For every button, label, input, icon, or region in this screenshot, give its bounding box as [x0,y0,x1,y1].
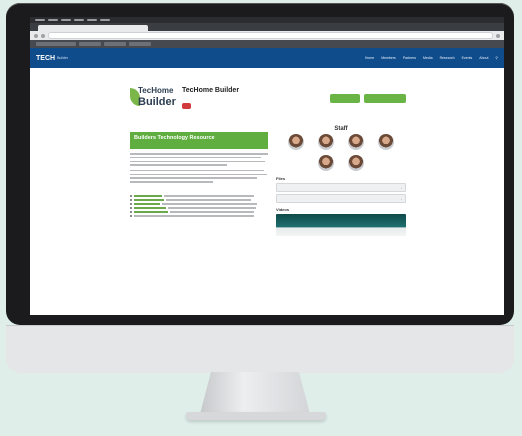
bookmarks-bar [30,40,504,48]
sidebar-column: Staff Files ↓ ↓ Videos [276,126,406,236]
staff-member[interactable] [344,155,368,172]
description-paragraph [130,169,268,183]
site-header: TECH Builder Home Members Partners Media… [30,48,504,68]
file-item[interactable]: ↓ [276,194,406,203]
page-title: TecHome Builder [182,86,240,94]
avatar [348,155,364,171]
avatar [348,134,364,150]
hero-actions [330,94,406,103]
site-logo-title: TECH [36,54,56,62]
techome-builder-logo: TecHome Builder [130,84,176,114]
download-icon[interactable]: ↓ [401,197,402,201]
bookmark-item[interactable] [104,42,126,46]
nav-item-partners[interactable]: Partners [403,56,416,60]
nav-item-about[interactable]: About [479,56,488,60]
staff-member[interactable] [344,134,368,151]
browser-url-bar [30,31,504,40]
staff-member[interactable] [314,134,338,151]
avatar [318,134,334,150]
list-item [130,194,268,197]
screen: TECH Builder Home Members Partners Media… [30,17,504,315]
monitor-base [186,412,326,420]
feature-list [130,194,268,217]
list-item [130,198,268,201]
list-item [130,202,268,205]
staff-member[interactable] [374,134,398,151]
description-paragraph [130,153,268,166]
nav-item-home[interactable]: Home [365,56,374,60]
search-icon[interactable]: ⚲ [495,56,498,60]
list-item [130,214,268,217]
staff-heading: Staff [334,126,348,132]
site-nav: Home Members Partners Media Research Eve… [365,56,498,60]
address-input[interactable] [48,32,493,39]
action-button-2[interactable] [364,94,406,103]
monitor-chin [6,325,514,373]
download-icon[interactable]: ↓ [401,186,402,190]
avatar [378,134,394,150]
nav-item-research[interactable]: Research [440,56,455,60]
profile-icon[interactable] [496,33,500,38]
bookmark-item[interactable] [36,42,76,46]
avatar [288,134,304,150]
avatar [318,155,334,171]
description-column: Builders Technology Resource [130,126,268,219]
site-logo-sub: Builder [57,56,68,60]
monitor: TECH Builder Home Members Partners Media… [6,3,514,373]
browser-tab[interactable] [38,25,148,31]
action-button-1[interactable] [330,94,360,103]
resource-banner: Builders Technology Resource [130,132,268,149]
page-hero: TecHome Builder TecHome Builder [130,84,239,114]
browser-tab-bar [30,23,504,31]
staff-member[interactable] [284,134,308,151]
file-item[interactable]: ↓ [276,183,406,192]
nav-item-media[interactable]: Media [423,56,433,60]
banner-title: Builders Technology Resource [134,135,215,141]
monitor-stand [200,372,310,414]
files-heading: Files [276,176,286,181]
logo-line-1: TecHome [138,86,174,95]
breadcrumb[interactable] [130,126,268,130]
video-player[interactable] [276,214,406,236]
logo-line-2: Builder [138,96,176,108]
list-item [130,210,268,213]
forward-icon[interactable] [41,33,45,38]
banner-subtitle [134,142,264,146]
section-subheading [130,189,268,193]
list-item [130,206,268,209]
staff-member[interactable] [314,155,338,172]
staff-grid [276,134,406,172]
back-icon[interactable] [34,33,38,38]
status-badge [182,102,191,109]
nav-item-members[interactable]: Members [381,56,396,60]
nav-item-events[interactable]: Events [462,56,473,60]
bookmark-item[interactable] [129,42,151,46]
bookmark-item[interactable] [79,42,101,46]
videos-heading: Videos [276,207,290,212]
site-logo[interactable]: TECH Builder [36,55,68,62]
